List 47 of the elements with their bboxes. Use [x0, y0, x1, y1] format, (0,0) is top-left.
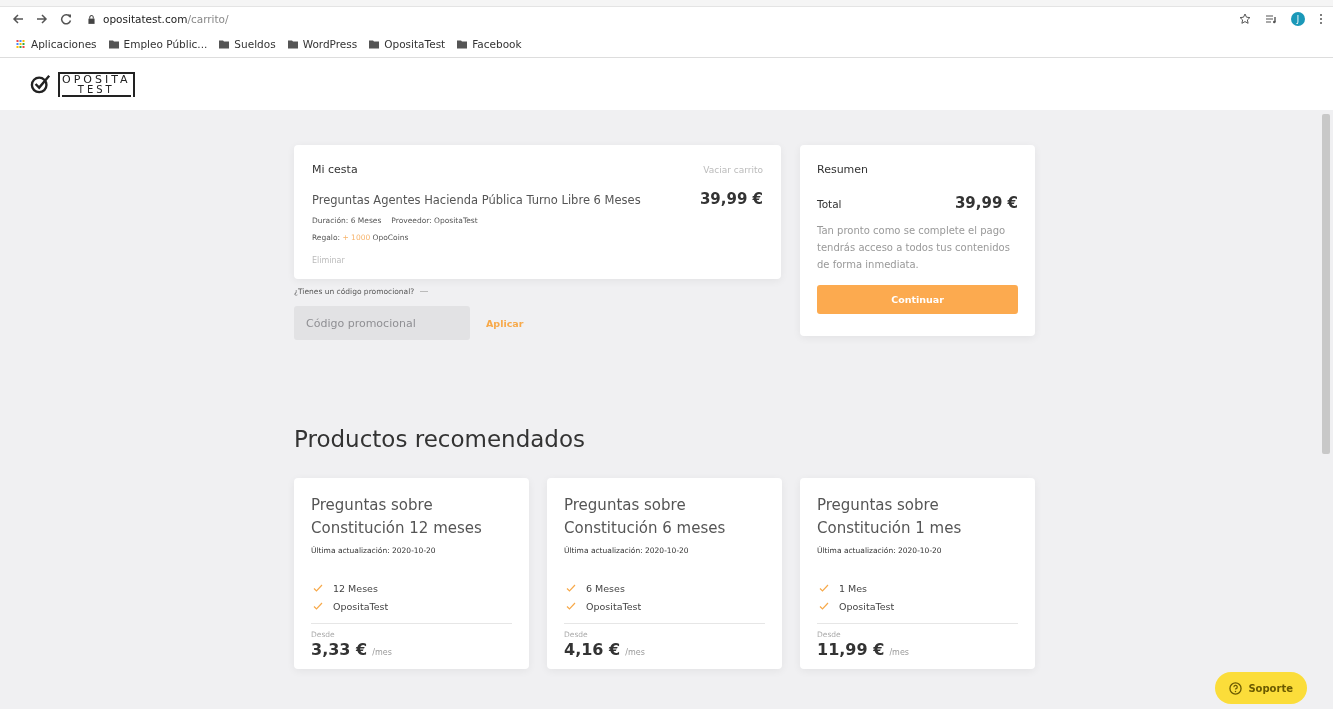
apps-grid-icon [16, 39, 26, 49]
star-icon[interactable] [1239, 13, 1251, 25]
price-text: 11,99 € [817, 640, 885, 659]
folder-icon [108, 39, 119, 49]
bookmark-item[interactable]: Aplicaciones [16, 38, 97, 50]
price-text: 3,33 € [311, 640, 368, 659]
folder-icon [287, 39, 298, 49]
product-title: Preguntas sobre Constitución 1 mes [817, 495, 963, 539]
product-title: Preguntas sobre Constitución 12 meses [311, 495, 483, 539]
feature-text: OpositaTest [839, 600, 895, 612]
reload-icon[interactable] [60, 13, 72, 25]
folder-icon [219, 39, 230, 49]
support-button[interactable]: Soporte [1215, 672, 1307, 704]
feature-text: OpositaTest [586, 600, 642, 612]
feature-text: 1 Mes [839, 582, 868, 594]
folder-icon [369, 39, 380, 49]
back-icon[interactable] [12, 13, 24, 25]
feature-text: OpositaTest [333, 600, 389, 612]
cart-title: Mi cesta [312, 163, 358, 176]
bookmark-item[interactable]: WordPress [287, 38, 358, 50]
folder-icon [457, 39, 468, 49]
playlist-icon[interactable] [1265, 13, 1277, 25]
menu-icon[interactable] [1319, 13, 1323, 25]
product-name: Preguntas Agentes Hacienda Pública Turno Libre 6 Meses [312, 193, 641, 207]
price-text: 4,16 € [564, 640, 621, 659]
price-unit: /mes [889, 648, 909, 657]
total-price: 39,99 € [954, 194, 1018, 212]
check-circle-icon [30, 74, 52, 94]
bookmark-item[interactable]: Empleo Públic... [108, 38, 208, 50]
price-unit: /mes [625, 648, 645, 657]
promo-code-field[interactable]: Código promocional [294, 306, 470, 340]
bookmark-item[interactable]: Sueldos [219, 38, 276, 50]
address-bar[interactable]: opositatest.com/carrito/ [84, 13, 1227, 25]
feature-text: 12 Meses [333, 582, 378, 594]
product-price: 39,99 € [699, 190, 763, 208]
feature-text: 6 Meses [586, 582, 625, 594]
help-icon [1229, 681, 1243, 695]
summary-title: Resumen [817, 163, 870, 176]
lock-icon [88, 14, 95, 24]
bookmark-item[interactable]: OpositaTest [369, 38, 446, 50]
payment-note: Tan pronto como se complete el pago tendrás acceso a todos tus contenidos de forma inmediata. [817, 224, 1011, 272]
price-unit: /mes [372, 648, 392, 657]
total-label: Total [817, 198, 842, 210]
product-title: Preguntas sobre Constitución 6 meses [564, 495, 727, 539]
forward-icon[interactable] [36, 13, 48, 25]
section-heading: Productos recomendados [294, 426, 586, 452]
bookmark-item[interactable]: Facebook [457, 38, 522, 50]
